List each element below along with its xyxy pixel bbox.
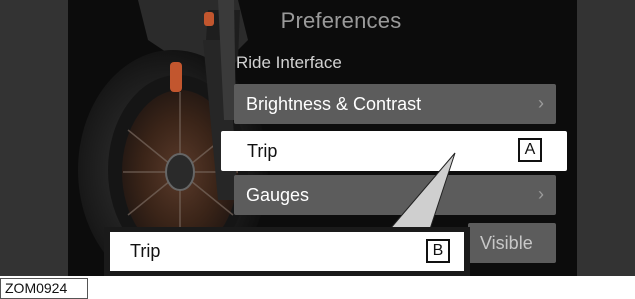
- section-label: Ride Interface: [236, 53, 342, 72]
- figure-id-label: ZOM0924: [0, 278, 88, 299]
- zoom-callout-panel: Trip B: [104, 227, 470, 276]
- callout-b-label: B: [426, 239, 450, 263]
- chevron-right-icon: ›: [538, 93, 544, 113]
- manual-illustration: Preferences Ride Interface Brightness & …: [0, 0, 635, 299]
- screen-title: Preferences: [280, 8, 402, 33]
- menu-item-label: Trip: [247, 140, 278, 161]
- menu-item-trip-selected[interactable]: Trip: [221, 131, 567, 171]
- callout-a-label: A: [518, 138, 542, 162]
- zoom-menu-item-trip: Trip B: [110, 232, 464, 271]
- menu-item-visible[interactable]: Visible: [468, 223, 556, 263]
- display-bezel-right: [577, 0, 635, 276]
- display-bezel-left: [0, 0, 68, 276]
- menu-item-label: Visible: [480, 232, 533, 253]
- page-margin-bottom: [0, 276, 635, 299]
- zoom-item-label: Trip: [130, 241, 161, 261]
- menu-item-label: Brightness & Contrast: [246, 93, 422, 114]
- chevron-right-icon: ›: [538, 184, 544, 204]
- menu-item-gauges[interactable]: Gauges ›: [234, 175, 556, 215]
- menu-item-label: Gauges: [246, 184, 310, 205]
- menu-item-brightness-contrast[interactable]: Brightness & Contrast ›: [234, 84, 556, 124]
